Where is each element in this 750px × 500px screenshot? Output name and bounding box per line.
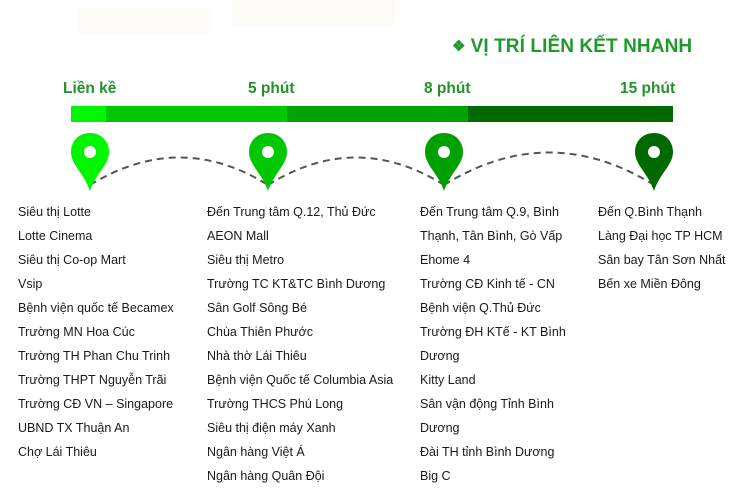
dashed-arc-1 xyxy=(89,156,269,186)
stage-label-15min: 15 phút xyxy=(620,80,676,97)
place-item: Trường MN Hoa Cúc xyxy=(18,325,135,339)
place-item: Chùa Thiên Phước xyxy=(207,325,313,339)
place-item: Đến Trung tâm Q.12, Thủ Đức xyxy=(207,205,376,219)
section-title-text: VỊ TRÍ LIÊN KẾT NHANH xyxy=(470,36,693,57)
place-item: Đến Q.Bình Thạnh xyxy=(598,205,703,219)
stage-label-adjacent: Liền kề xyxy=(63,80,117,97)
dashed-arc-2 xyxy=(267,156,445,186)
place-item: Trường THPT Nguyễn Trãi xyxy=(18,373,167,387)
place-item: Bệnh viện quốc tế Becamex xyxy=(18,301,174,315)
timeline-bar-segment-adjacent xyxy=(71,106,106,122)
place-item: Trường ĐH KTế - KT Bình xyxy=(420,325,566,339)
place-item: Ngân hàng Việt Á xyxy=(207,445,305,459)
timeline-bar-segment-5min xyxy=(106,106,287,122)
place-item: Chợ Lái Thiêu xyxy=(18,445,97,459)
place-item: Dương xyxy=(420,349,460,363)
places-list-5min: Đến Trung tâm Q.12, Thủ Đức AEON Mall Siêu… xyxy=(207,200,393,488)
places-list-adjacent: Siêu thị Lotte Lotte Cinema Siêu thị Co-op… xyxy=(18,200,174,464)
places-list-15min: Đến Q.Bình Thạnh Làng Đại học TP HCM Sân b… xyxy=(598,200,726,296)
faded-background-block xyxy=(232,0,395,26)
map-pin-icon xyxy=(71,133,109,191)
place-item: Siêu thị Co-op Mart xyxy=(18,253,126,267)
map-pin-icon xyxy=(635,133,673,191)
map-pin-icon xyxy=(425,133,463,191)
place-item: Bệnh viện Quốc tế Columbia Asia xyxy=(207,373,394,387)
place-item: Ehome 4 xyxy=(420,253,471,267)
place-item: Sân vận động Tỉnh Bình xyxy=(420,397,554,411)
stage-label-5min: 5 phút xyxy=(248,80,295,97)
place-item: Bến xe Miền Đông xyxy=(598,277,701,291)
timeline-bar-segment-15min xyxy=(468,106,673,122)
dashed-arc-3 xyxy=(443,151,655,186)
places-list-8min: Đến Trung tâm Q.9, Bình Thạnh, Tân Bình, … xyxy=(420,200,566,488)
place-item: Trường TH Phan Chu Trinh xyxy=(18,349,171,363)
place-item: Siêu thị Lotte xyxy=(18,205,91,219)
place-item: Siêu thị Metro xyxy=(207,253,285,267)
place-item: Big C xyxy=(420,469,451,483)
place-item: Thạnh, Tân Bình, Gò Vấp xyxy=(420,229,563,243)
place-item: Ngân hàng Quân Đội xyxy=(207,469,325,483)
place-item: Sân bay Tân Sơn Nhất xyxy=(598,253,726,267)
place-item: Đến Trung tâm Q.9, Bình xyxy=(420,205,559,219)
section-title: ❖ VỊ TRÍ LIÊN KẾT NHANH xyxy=(452,36,692,58)
place-item: Làng Đại học TP HCM xyxy=(598,229,723,243)
place-item: Trường THCS Phú Long xyxy=(207,397,344,411)
timeline-bar-segment-8min xyxy=(287,106,468,122)
place-item: Vsip xyxy=(18,277,43,291)
place-item: Sân Golf Sông Bé xyxy=(207,301,308,315)
stage-label-8min: 8 phút xyxy=(424,80,471,97)
map-pin-icon xyxy=(249,133,287,191)
place-item: Lotte Cinema xyxy=(18,229,93,243)
place-item: Bệnh viện Q.Thủ Đức xyxy=(420,301,541,315)
place-item: Nhà thờ Lái Thiêu xyxy=(207,349,307,363)
place-item: Trường TC KT&TC Bình Dương xyxy=(207,277,386,291)
faded-background-block xyxy=(77,8,210,34)
place-item: AEON Mall xyxy=(207,229,269,243)
place-item: Trường CĐ Kinh tế - CN xyxy=(420,277,555,291)
place-item: Siêu thị điện máy Xanh xyxy=(207,421,336,435)
place-item: Trường CĐ VN – Singapore xyxy=(18,397,174,411)
place-item: Dương xyxy=(420,421,460,435)
place-item: Đài TH tỉnh Bình Dương xyxy=(420,445,555,459)
place-item: Kitty Land xyxy=(420,373,476,387)
diamond-bullet-icon: ❖ xyxy=(452,38,466,55)
place-item: UBND TX Thuận An xyxy=(18,421,130,435)
